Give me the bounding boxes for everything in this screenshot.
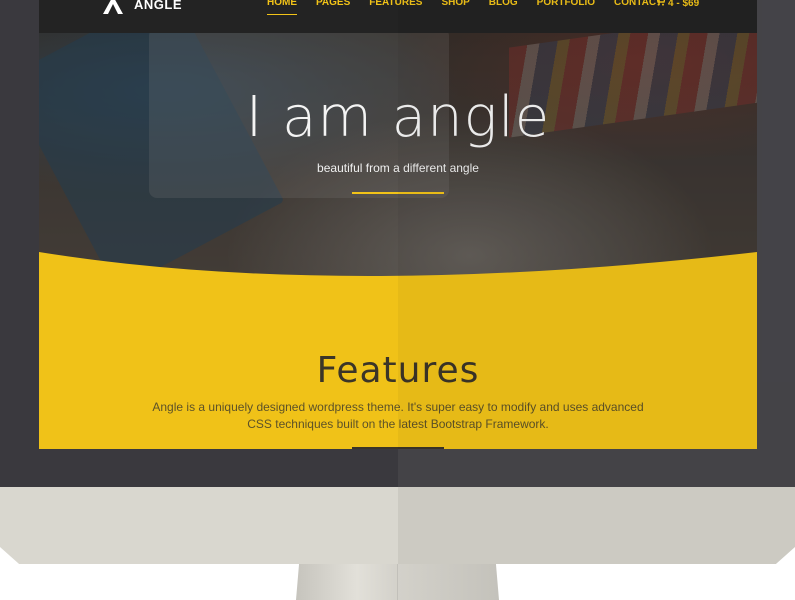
- monitor-screen: ANGLE HOME PAGES FEATURES SHOP BLOG PORT…: [39, 0, 757, 449]
- hero-overlay: [39, 0, 757, 300]
- shopping-cart-icon: [655, 0, 666, 9]
- top-navbar: ANGLE HOME PAGES FEATURES SHOP BLOG PORT…: [39, 0, 757, 33]
- nav-item-portfolio[interactable]: PORTFOLIO: [537, 0, 595, 8]
- hero-divider: [352, 192, 444, 194]
- features-divider: [352, 447, 444, 449]
- angle-logo-icon[interactable]: [99, 0, 127, 14]
- features-title: Features: [316, 350, 480, 391]
- logo-text[interactable]: ANGLE: [134, 0, 182, 12]
- chin-reflection: [398, 487, 795, 564]
- nav-item-features[interactable]: FEATURES: [369, 0, 422, 8]
- main-nav: HOME PAGES FEATURES SHOP BLOG PORTFOLIO …: [267, 0, 681, 15]
- nav-item-shop[interactable]: SHOP: [441, 0, 469, 8]
- cart-button[interactable]: 4 - $69: [655, 0, 699, 9]
- nav-item-pages[interactable]: PAGES: [316, 0, 350, 8]
- stand-reflection: [397, 564, 398, 600]
- hero-title: I am angle: [245, 85, 551, 150]
- nav-item-home[interactable]: HOME: [267, 0, 297, 15]
- nav-item-blog[interactable]: BLOG: [489, 0, 518, 8]
- hero-subtitle: beautiful from a different angle: [317, 161, 479, 175]
- features-description: Angle is a uniquely designed wordpress t…: [152, 400, 644, 431]
- cart-summary: 4 - $69: [668, 0, 700, 9]
